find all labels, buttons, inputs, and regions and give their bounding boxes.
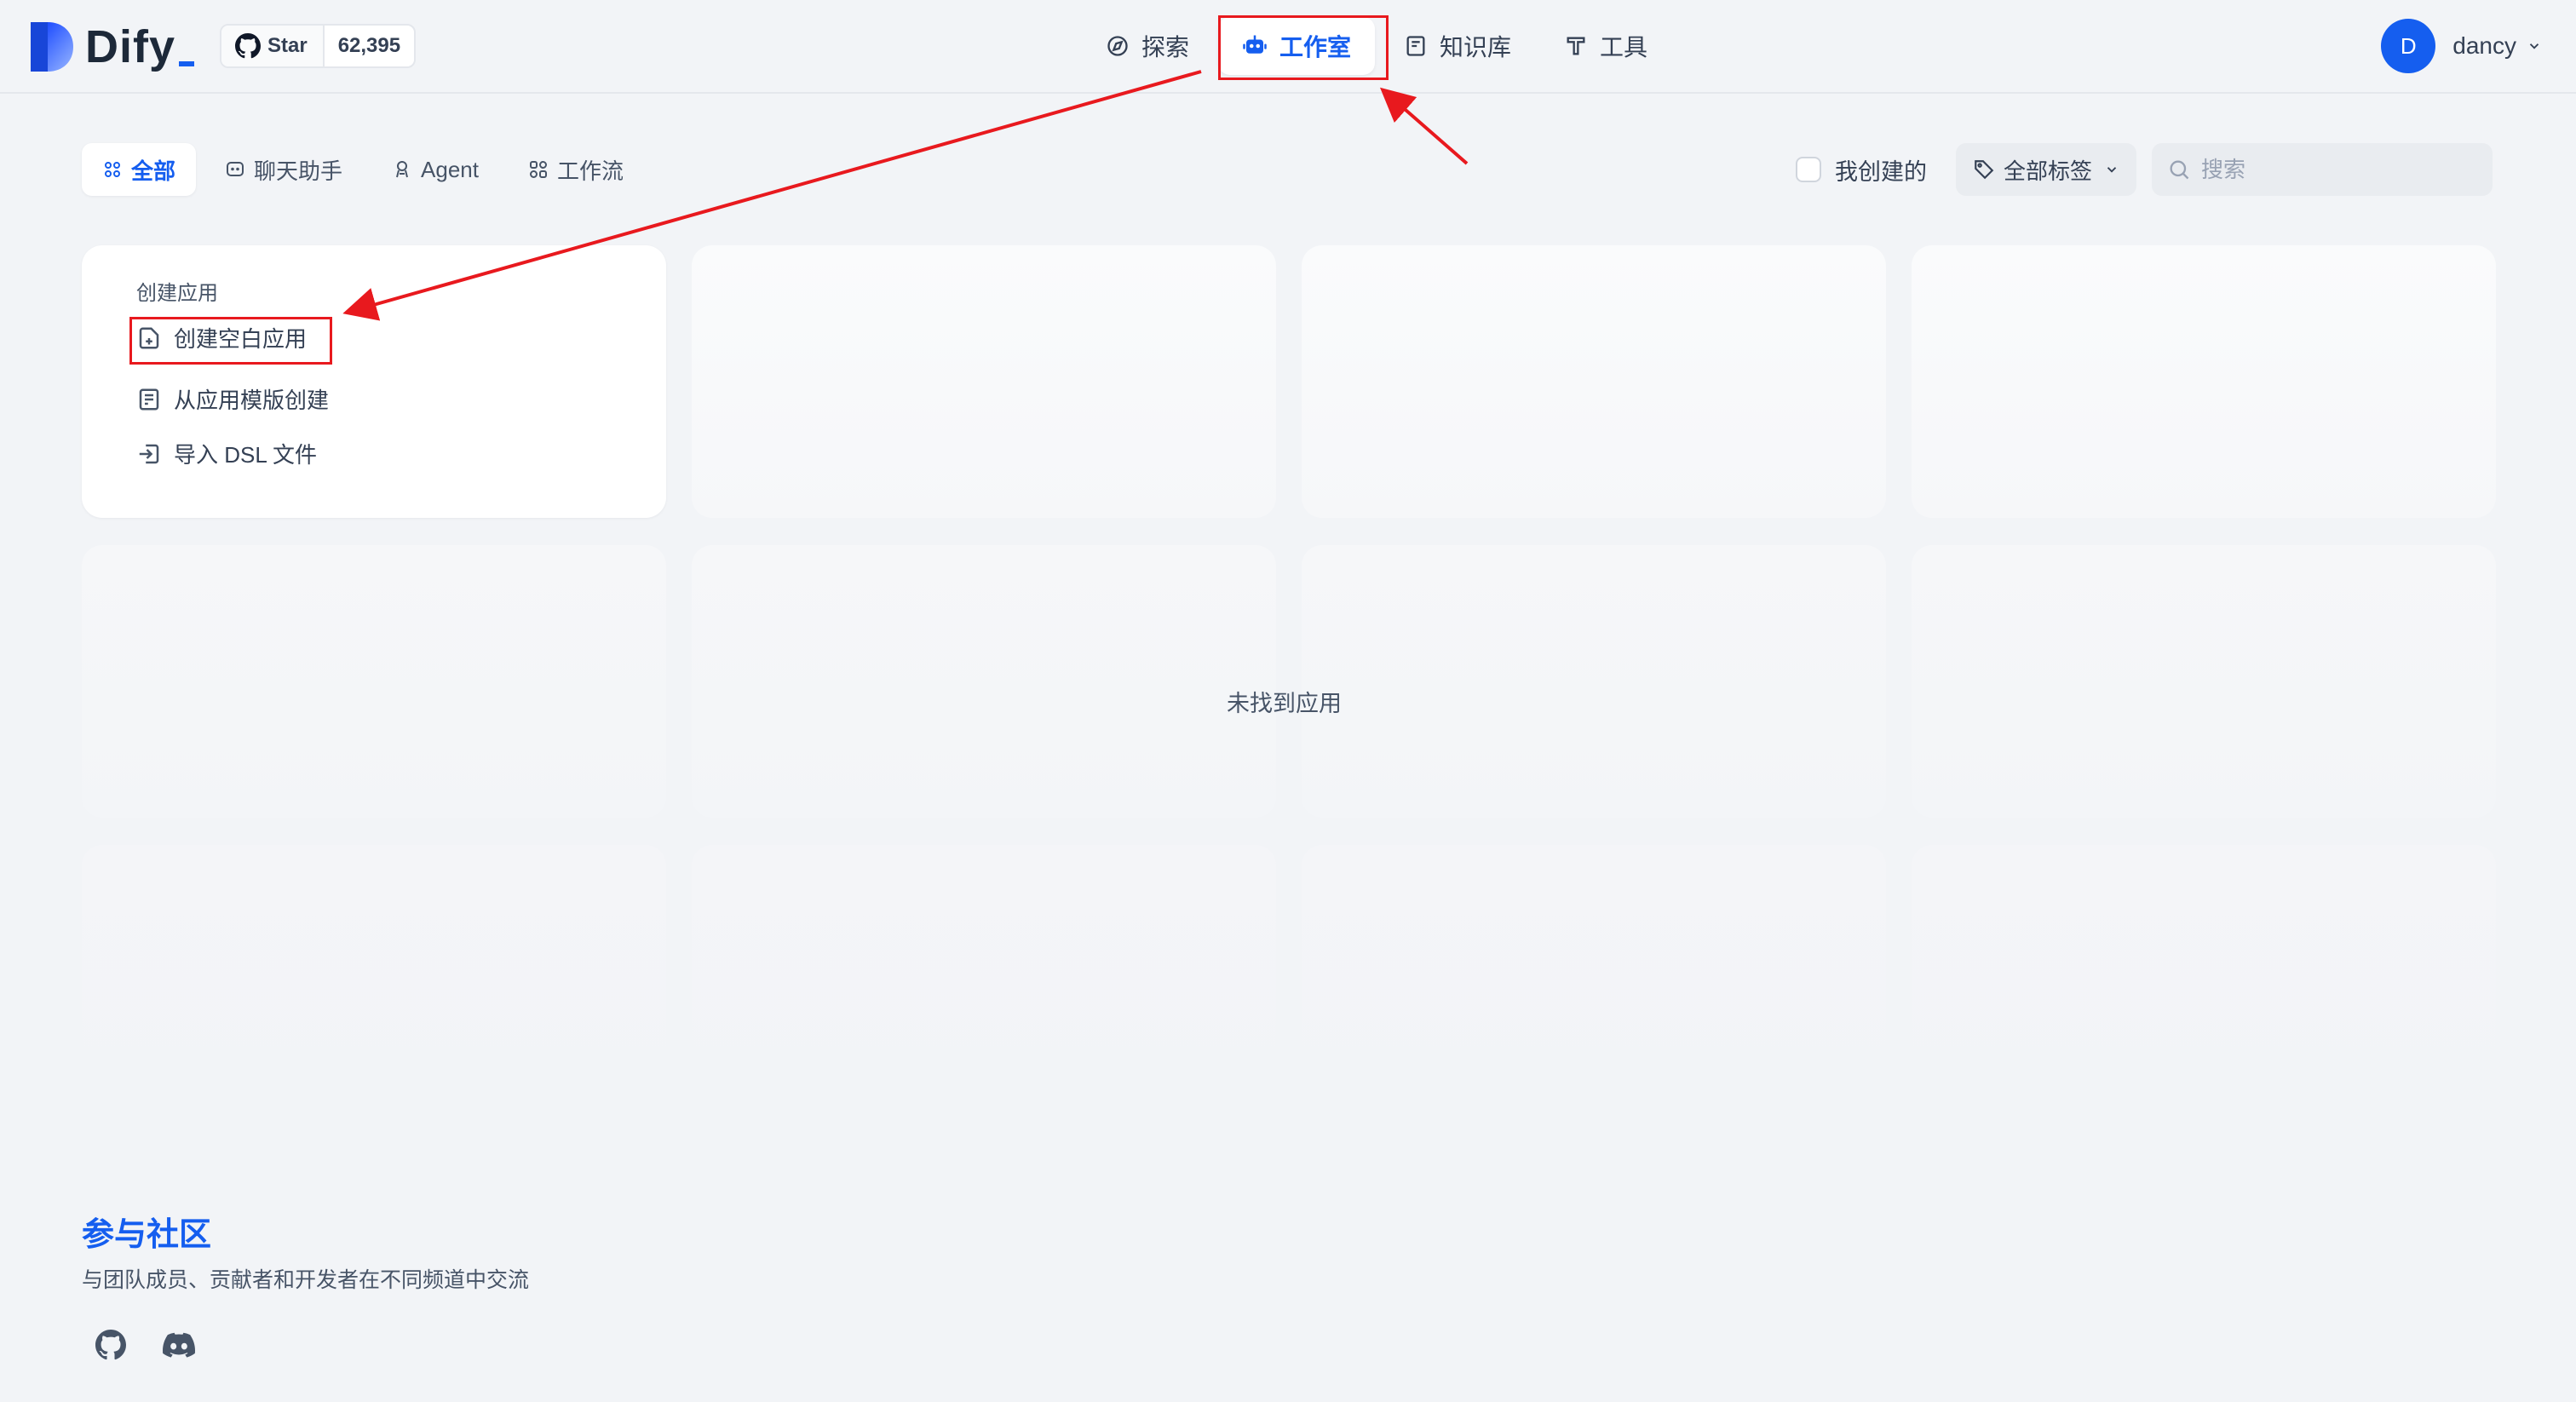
tag-icon [1973, 158, 1995, 181]
app-card-placeholder [1302, 545, 1886, 818]
grid-icon [102, 159, 123, 180]
app-card-placeholder [692, 845, 1276, 1118]
create-from-template-button[interactable]: 从应用模版创建 [136, 383, 329, 415]
robot-icon [1242, 33, 1268, 59]
github-star-label: Star [267, 34, 308, 57]
search-icon [2170, 160, 2189, 180]
nav-tools[interactable]: 工具 [1540, 17, 1671, 75]
user-name[interactable]: dancy [2452, 32, 2516, 60]
import-dsl-label: 导入 DSL 文件 [174, 442, 318, 468]
nav-studio-label: 工作室 [1279, 34, 1352, 60]
main-nav: 探索 工作室 知识库 工具 [1082, 17, 1676, 75]
app-card-placeholder [82, 545, 666, 818]
create-blank-app-button[interactable]: 创建空白应用 [136, 322, 307, 353]
github-star-button[interactable]: Star [221, 26, 325, 66]
app-card-placeholder [82, 845, 666, 1118]
create-app-title: 创建应用 [136, 282, 218, 305]
github-star-badge[interactable]: Star 62,395 [220, 24, 417, 68]
community-section: 参与社区 与团队成员、贡献者和开发者在不同频道中交流 [82, 1208, 529, 1365]
book-icon [1404, 34, 1428, 58]
app-card-placeholder [1302, 845, 1886, 1118]
search-input[interactable] [2199, 155, 2475, 184]
empty-state-text: 未找到应用 [1227, 691, 1342, 716]
top-navbar: Dify Star 62,395 探索 工作室 知识库 工具 D dancy [0, 0, 2576, 94]
workflow-icon [528, 159, 549, 180]
nav-knowledge-label: 知识库 [1440, 34, 1512, 60]
agent-icon [392, 159, 412, 180]
search-box[interactable] [2152, 143, 2493, 196]
tab-agent[interactable]: Agent [371, 143, 499, 196]
create-from-template-label: 从应用模版创建 [174, 388, 330, 413]
template-icon [136, 387, 162, 412]
tab-all[interactable]: 全部 [82, 143, 197, 196]
tab-chat-assistant-label: 聊天助手 [254, 158, 343, 184]
nav-explore[interactable]: 探索 [1082, 17, 1213, 75]
discord-icon[interactable] [158, 1324, 199, 1365]
import-dsl-button[interactable]: 导入 DSL 文件 [136, 438, 317, 469]
created-by-me-checkbox[interactable] [1795, 157, 1821, 182]
nav-studio[interactable]: 工作室 [1218, 17, 1376, 75]
annotation-arrow-to-studio [1379, 87, 1469, 165]
hammer-icon [1564, 34, 1588, 58]
community-links [90, 1324, 529, 1365]
github-icon [235, 33, 261, 59]
tag-filter-label: 全部标签 [2003, 158, 2092, 184]
tab-chat-assistant[interactable]: 聊天助手 [204, 143, 363, 196]
tab-workflow-label: 工作流 [556, 158, 624, 184]
create-blank-app-label: 创建空白应用 [174, 326, 308, 352]
app-card-placeholder [1912, 845, 2496, 1118]
nav-tools-label: 工具 [1600, 34, 1648, 60]
user-menu[interactable]: D dancy [2381, 19, 2542, 73]
dify-logo[interactable]: Dify [29, 20, 195, 73]
app-card-placeholder [1912, 545, 2496, 818]
tag-filter-dropdown[interactable]: 全部标签 [1955, 143, 2136, 196]
tab-workflow[interactable]: 工作流 [508, 143, 644, 196]
community-subtitle: 与团队成员、贡献者和开发者在不同频道中交流 [82, 1268, 530, 1292]
compass-icon [1106, 34, 1130, 58]
chevron-down-icon[interactable] [2527, 38, 2542, 54]
avatar[interactable]: D [2381, 19, 2436, 73]
app-card-placeholder [1302, 245, 1886, 518]
app-card-placeholder [1912, 245, 2496, 518]
chevron-down-icon [2107, 167, 2117, 173]
app-card-placeholder [692, 545, 1276, 818]
dify-logo-mark-icon [31, 22, 73, 72]
community-title: 参与社区 [82, 1217, 212, 1253]
logo-underscore [179, 61, 195, 66]
logo-text: Dify [85, 21, 176, 72]
nav-explore-label: 探索 [1141, 34, 1190, 60]
tab-agent-label: Agent [421, 156, 479, 182]
created-by-me-label[interactable]: 我创建的 [1835, 153, 1927, 187]
github-icon[interactable] [90, 1324, 131, 1365]
nav-knowledge[interactable]: 知识库 [1380, 17, 1535, 75]
tab-all-label: 全部 [131, 158, 176, 184]
chat-icon [225, 159, 245, 180]
app-card-placeholder [692, 245, 1276, 518]
import-icon [136, 441, 162, 467]
file-plus-icon [136, 325, 162, 351]
filter-bar: 我创建的 全部标签 [1795, 143, 2493, 196]
github-star-count: 62,395 [337, 34, 401, 57]
app-type-tabs: 全部 聊天助手 Agent 工作流 [82, 143, 653, 196]
create-app-card: 创建应用 创建空白应用 从应用模版创建 导入 DSL 文件 [82, 245, 666, 518]
